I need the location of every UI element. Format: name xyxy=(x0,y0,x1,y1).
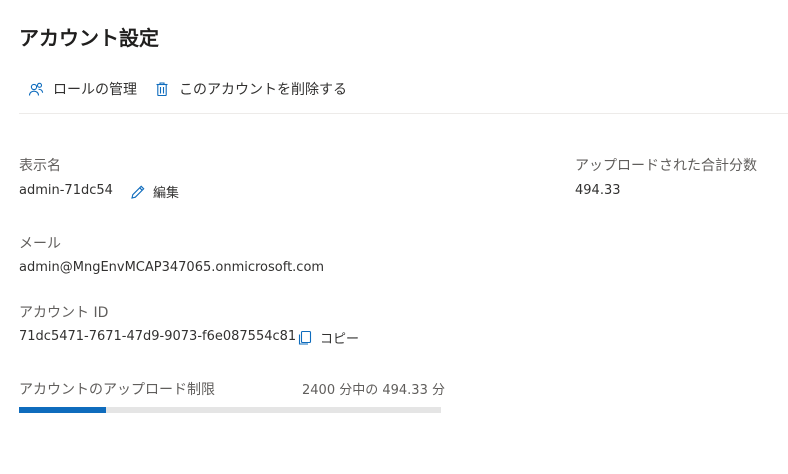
upload-limit-progress xyxy=(19,407,441,413)
toolbar-divider xyxy=(19,113,788,114)
delete-account-label: このアカウントを削除する xyxy=(179,82,347,98)
edit-display-name-button[interactable]: 編集 xyxy=(129,182,179,201)
upload-limit-label: アカウントのアップロード制限 xyxy=(19,382,215,398)
page-title: アカウント設定 xyxy=(19,26,159,50)
account-id-value: 71dc5471-7671-47d9-9073-f6e087554c81 xyxy=(19,329,297,344)
manage-roles-label: ロールの管理 xyxy=(53,82,137,98)
manage-roles-button[interactable]: ロールの管理 xyxy=(27,78,137,100)
pencil-icon xyxy=(129,183,147,201)
upload-limit-summary: 2400 分中の 494.33 分 xyxy=(302,383,445,398)
email-label: メール xyxy=(19,236,61,252)
uploaded-total-value: 494.33 xyxy=(575,183,621,198)
email-value: admin@MngEnvMCAP347065.onmicrosoft.com xyxy=(19,260,325,275)
uploaded-total-label: アップロードされた合計分数 xyxy=(575,158,757,174)
display-name-value: admin-71dc54 xyxy=(19,183,113,198)
copy-icon xyxy=(296,329,314,347)
trash-icon xyxy=(153,80,171,98)
edit-label: 編集 xyxy=(153,186,180,201)
delete-account-button[interactable]: このアカウントを削除する xyxy=(153,78,347,100)
upload-limit-progress-fill xyxy=(19,407,106,413)
copy-label: コピー xyxy=(320,332,360,347)
people-icon xyxy=(27,80,45,98)
display-name-label: 表示名 xyxy=(19,158,61,174)
copy-account-id-button[interactable]: コピー xyxy=(296,328,359,347)
account-id-label: アカウント ID xyxy=(19,305,109,321)
